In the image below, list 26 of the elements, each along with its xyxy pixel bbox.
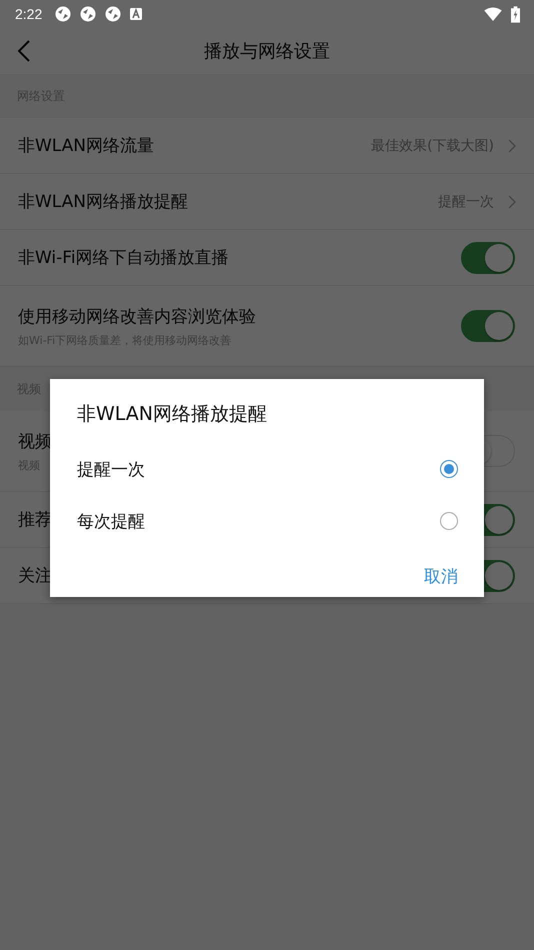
status-time: 2:22 xyxy=(15,6,42,22)
option-label: 提醒一次 xyxy=(77,458,146,480)
setting-title: 非WLAN网络播放提醒 xyxy=(18,191,188,213)
app-notification-icon xyxy=(55,6,72,22)
chevron-icon[interactable] xyxy=(508,138,516,152)
radio-button[interactable] xyxy=(440,512,458,530)
app-notification-icon xyxy=(105,6,122,22)
wifi-icon xyxy=(484,7,502,21)
setting-title: 非Wi-Fi网络下自动播放直播 xyxy=(18,247,229,269)
cancel-button[interactable]: 取消 xyxy=(424,561,458,592)
toggle-switch[interactable] xyxy=(461,310,515,342)
keyboard-notification-icon xyxy=(130,8,142,20)
radio-button[interactable] xyxy=(440,460,458,478)
dialog-title: 非WLAN网络播放提醒 xyxy=(77,402,268,427)
setting-title: 推荐 xyxy=(18,509,52,531)
toggle-switch[interactable] xyxy=(461,242,515,274)
page-title: 播放与网络设置 xyxy=(204,40,330,63)
setting-title: 非WLAN网络流量 xyxy=(18,135,154,157)
back-icon[interactable] xyxy=(18,40,30,62)
app-notification-icon xyxy=(80,6,96,22)
setting-title: 使用移动网络改善内容浏览体验 xyxy=(18,306,256,328)
setting-title: 关注 xyxy=(18,565,52,587)
option-label: 每次提醒 xyxy=(77,510,146,532)
battery-icon xyxy=(511,6,520,22)
chevron-icon[interactable] xyxy=(508,194,516,208)
setting-title: 视频 xyxy=(18,430,52,452)
